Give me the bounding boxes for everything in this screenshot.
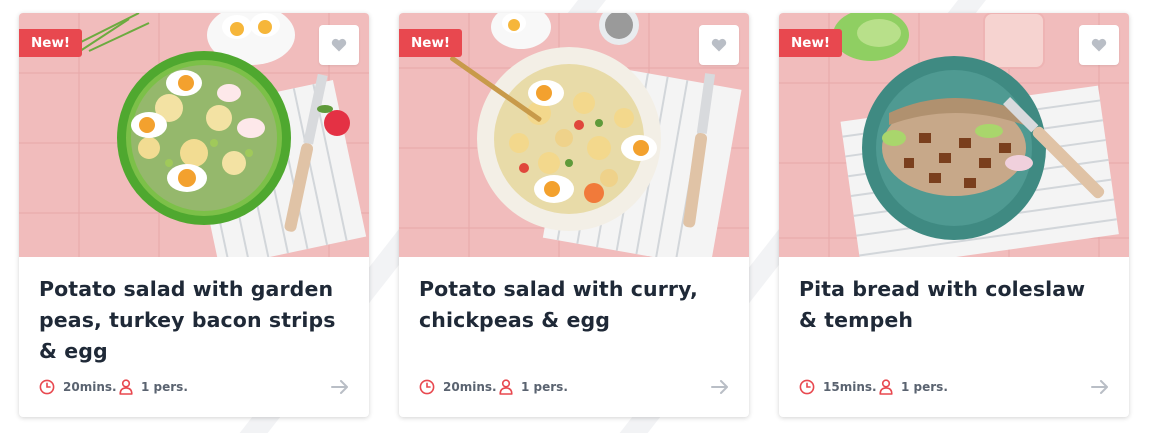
heart-icon xyxy=(331,38,347,52)
person-icon xyxy=(499,379,513,395)
open-recipe-link[interactable] xyxy=(1089,377,1111,397)
recipe-meta: 20mins. 1 pers. xyxy=(419,377,731,397)
recipe-title[interactable]: Potato salad with curry, chickpeas & egg xyxy=(399,257,749,357)
recipe-image[interactable]: New! xyxy=(19,13,369,257)
prep-time-label: 20mins. xyxy=(443,380,497,394)
servings-label: 1 pers. xyxy=(901,380,948,394)
recipe-card-row: New! Potato salad with garden peas, turk… xyxy=(0,0,1151,433)
prep-time-label: 20mins. xyxy=(63,380,117,394)
new-badge: New! xyxy=(399,29,463,57)
recipe-card[interactable]: New! Potato salad with curry, chickpeas … xyxy=(399,13,749,417)
person-icon xyxy=(879,379,893,395)
heart-icon xyxy=(1091,38,1107,52)
servings: 1 pers. xyxy=(499,379,568,395)
favorite-button[interactable] xyxy=(1079,25,1119,65)
clock-icon xyxy=(799,379,815,395)
recipe-image[interactable]: New! xyxy=(779,13,1129,257)
open-recipe-link[interactable] xyxy=(709,377,731,397)
recipe-meta: 20mins. 1 pers. xyxy=(39,377,351,397)
arrow-right-icon xyxy=(711,380,728,394)
servings: 1 pers. xyxy=(879,379,948,395)
servings-label: 1 pers. xyxy=(141,380,188,394)
recipe-card[interactable]: New! Potato salad with garden peas, turk… xyxy=(19,13,369,417)
recipe-title[interactable]: Potato salad with garden peas, turkey ba… xyxy=(19,257,369,363)
clock-icon xyxy=(419,379,435,395)
prep-time: 20mins. xyxy=(39,379,119,395)
clock-icon xyxy=(39,379,55,395)
new-badge: New! xyxy=(779,29,843,57)
new-badge: New! xyxy=(19,29,83,57)
prep-time: 20mins. xyxy=(419,379,499,395)
person-icon xyxy=(119,379,133,395)
favorite-button[interactable] xyxy=(699,25,739,65)
prep-time: 15mins. xyxy=(799,379,879,395)
servings: 1 pers. xyxy=(119,379,188,395)
prep-time-label: 15mins. xyxy=(823,380,877,394)
recipe-image[interactable]: New! xyxy=(399,13,749,257)
heart-icon xyxy=(711,38,727,52)
recipe-card[interactable]: New! Pita bread with coleslaw & tempeh 1… xyxy=(779,13,1129,417)
open-recipe-link[interactable] xyxy=(329,377,351,397)
recipe-title[interactable]: Pita bread with coleslaw & tempeh xyxy=(779,257,1129,357)
arrow-right-icon xyxy=(331,380,348,394)
servings-label: 1 pers. xyxy=(521,380,568,394)
arrow-right-icon xyxy=(1091,380,1108,394)
recipe-meta: 15mins. 1 pers. xyxy=(799,377,1111,397)
favorite-button[interactable] xyxy=(319,25,359,65)
